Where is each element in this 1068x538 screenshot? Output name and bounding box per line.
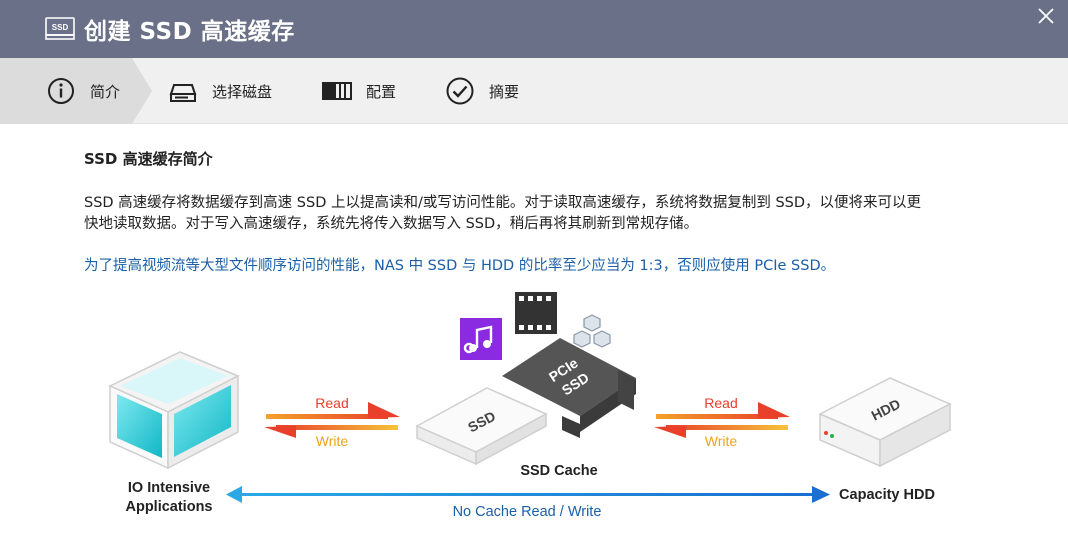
- description: SSD 高速缓存将数据缓存到高速 SSD 上以提高读和/或写访问性能。对于读取高…: [84, 193, 984, 235]
- read-label: Read: [704, 395, 737, 411]
- capacity-label: Capacity HDD: [839, 487, 935, 503]
- section-heading: SSD 高速缓存简介: [84, 150, 213, 168]
- check-circle-icon: [446, 77, 474, 105]
- step-select-disks[interactable]: 选择磁盘: [168, 58, 272, 124]
- ssd-cache-label: SSD Cache: [520, 463, 597, 479]
- step-label: 配置: [366, 82, 397, 101]
- write-label: Write: [705, 433, 738, 449]
- wizard-steps: 简介 选择磁盘 配置 摘要: [0, 58, 1068, 124]
- io-label: IO Intensive: [128, 480, 210, 496]
- step-intro[interactable]: 简介: [46, 58, 120, 124]
- ssd-icon: SSD: [45, 17, 75, 40]
- write-label: Write: [316, 433, 349, 449]
- config-icon: [322, 82, 352, 100]
- svg-text:SSD: SSD: [52, 23, 69, 32]
- window-title: 创建 SSD 高速缓存: [84, 19, 295, 45]
- step-config[interactable]: 配置: [322, 58, 396, 124]
- ssd-drive-icon: SSD: [415, 387, 548, 466]
- step-label: 简介: [90, 82, 121, 101]
- step-summary[interactable]: 摘要: [445, 58, 519, 124]
- ratio-note: 为了提高视频流等大型文件顺序访问的性能，NAS 中 SSD 与 HDD 的比率至…: [84, 258, 836, 274]
- io-cube-icon: [108, 351, 240, 470]
- read-label: Read: [315, 395, 348, 411]
- music-icon: [460, 318, 502, 360]
- description-line: SSD 高速缓存将数据缓存到高速 SSD 上以提高读和/或写访问性能。对于读取高…: [84, 195, 922, 211]
- no-cache-label: No Cache Read / Write: [453, 504, 602, 520]
- step-label: 选择磁盘: [212, 82, 273, 101]
- disk-icon: [169, 84, 197, 102]
- io-label: Applications: [125, 499, 212, 515]
- ssd-cache-diagram: IO Intensive Applications Read Write PCI…: [0, 286, 1068, 538]
- title-bar: SSD 创建 SSD 高速缓存: [0, 0, 1068, 58]
- diagram-canvas: IO Intensive Applications Read Write PCI…: [108, 292, 952, 520]
- bypass-arrow: [226, 486, 830, 503]
- film-icon: [515, 292, 557, 334]
- close-icon[interactable]: [1034, 4, 1058, 28]
- blocks-icon: [573, 314, 611, 348]
- info-icon: [48, 78, 74, 104]
- hdd-icon: HDD: [818, 377, 952, 468]
- step-label: 摘要: [489, 82, 520, 101]
- description-line: 快地读取数据。对于写入高速缓存，系统先将传入数据写入 SSD，稍后再将其刷新到常…: [84, 216, 699, 232]
